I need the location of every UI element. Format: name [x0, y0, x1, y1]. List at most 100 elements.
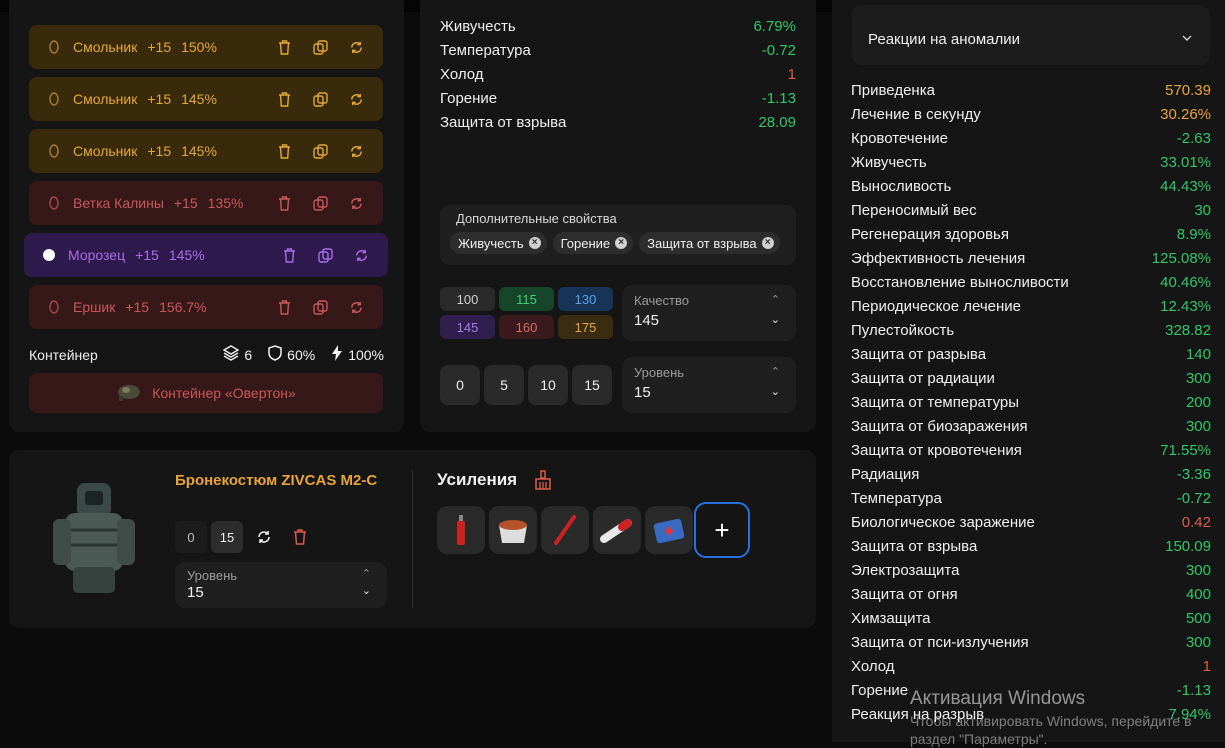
refresh-icon[interactable] [347, 142, 365, 160]
stat-name: Эффективность лечения [851, 250, 1026, 267]
container-button-label: Контейнер «Овертон» [152, 385, 296, 401]
artifact-percent: 150% [181, 39, 217, 55]
quality-option[interactable]: 100 [440, 287, 495, 311]
container-icon [116, 382, 142, 405]
artifact-row[interactable]: Ершик +15 156.7% [29, 285, 383, 329]
extra-chips: Живучесть × Горение × Защита от взрыва × [450, 232, 780, 254]
armor-level-max-button[interactable]: 15 [211, 521, 243, 553]
close-icon[interactable]: × [615, 237, 628, 249]
property-chip[interactable]: Живучесть × [450, 232, 547, 254]
boost-slot-medkit[interactable] [645, 506, 693, 554]
stat-row: Температура -0.72 [851, 487, 1211, 511]
armor-level-min-button[interactable]: 0 [175, 521, 207, 553]
stat-name: Горение [440, 90, 498, 107]
level-button[interactable]: 15 [572, 365, 612, 405]
quality-select[interactable]: Качество 145 ⌃ ⌄ [622, 285, 796, 341]
stat-value: 40.46% [1160, 274, 1211, 291]
level-button[interactable]: 0 [440, 365, 480, 405]
stat-value: 300 [1185, 370, 1211, 387]
close-icon[interactable]: × [761, 237, 774, 249]
container-select-button[interactable]: Контейнер «Овертон» [29, 373, 383, 413]
property-chip[interactable]: Защита от взрыва × [639, 232, 780, 254]
boost-slot-stick[interactable] [541, 506, 589, 554]
trash-icon[interactable] [275, 142, 293, 160]
trash-icon[interactable] [275, 38, 293, 56]
artifact-row[interactable]: Ветка Калины +15 135% [29, 181, 383, 225]
copy-icon[interactable] [311, 38, 329, 56]
artifact-name: Ветка Калины [73, 195, 164, 211]
level-select[interactable]: Уровень 15 ⌃ ⌄ [622, 357, 796, 413]
stat-name: Защита от взрыва [440, 114, 567, 131]
level-button[interactable]: 5 [484, 365, 524, 405]
artifact-row[interactable]: Морозец +15 145% [24, 233, 388, 277]
stat-name: Электрозащита [851, 562, 960, 579]
copy-icon[interactable] [311, 142, 329, 160]
trash-icon[interactable] [275, 194, 293, 212]
copy-icon[interactable] [311, 90, 329, 108]
trash-icon[interactable] [275, 298, 293, 316]
boost-slot-pot[interactable] [489, 506, 537, 554]
quality-option[interactable]: 160 [499, 315, 554, 339]
stat-name: Защита от радиации [851, 370, 995, 387]
close-icon[interactable]: × [528, 237, 541, 249]
artifact-icon [45, 90, 63, 108]
refresh-icon[interactable] [255, 528, 273, 546]
trash-icon[interactable] [291, 528, 309, 546]
trash-icon[interactable] [275, 90, 293, 108]
quality-option[interactable]: 145 [440, 315, 495, 339]
artifact-row[interactable]: Смольник +15 150% [29, 25, 383, 69]
mid-stats-list: Живучесть 6.79% Температура -0.72 Холод 1 Горе… [440, 15, 796, 135]
stat-value: -0.72 [1176, 490, 1211, 507]
stat-name: Приведенка [851, 82, 935, 99]
chevron-up-icon[interactable]: ⌃ [771, 365, 780, 378]
refresh-icon[interactable] [347, 38, 365, 56]
boost-slot-spray[interactable] [437, 506, 485, 554]
add-boost-button[interactable]: + [694, 502, 750, 558]
copy-icon[interactable] [311, 298, 329, 316]
property-chip[interactable]: Горение × [552, 232, 634, 254]
windows-activation-title: Активация Windows [910, 688, 1086, 709]
chevron-down-icon[interactable]: ⌄ [771, 313, 780, 326]
chevron-up-icon[interactable]: ⌃ [362, 567, 371, 580]
stat-name: Кровотечение [851, 130, 948, 147]
quality-option[interactable]: 175 [558, 315, 613, 339]
boost-slot-tube[interactable] [593, 506, 641, 554]
reactions-dropdown[interactable]: Реакции на аномалии [852, 5, 1210, 65]
artifact-icon [45, 142, 63, 160]
armor-image [47, 475, 142, 600]
chevron-down-icon[interactable]: ⌄ [771, 385, 780, 398]
broom-icon[interactable] [534, 470, 552, 493]
refresh-icon[interactable] [347, 298, 365, 316]
chevron-down-icon[interactable]: ⌄ [362, 584, 371, 597]
stat-name: Периодическое лечение [851, 298, 1021, 315]
stat-row: Химзащита 500 [851, 607, 1211, 631]
refresh-icon[interactable] [347, 90, 365, 108]
stat-value: 300 [1185, 634, 1211, 651]
trash-icon[interactable] [280, 246, 298, 264]
quality-option[interactable]: 115 [499, 287, 554, 311]
stat-name: Защита от разрыва [851, 346, 987, 363]
stat-row: Лечение в секунду 30.26% [851, 103, 1211, 127]
stat-row: Пулестойкость 328.82 [851, 319, 1211, 343]
armor-level-value: 15 [187, 584, 204, 601]
artifact-row[interactable]: Смольник +15 145% [29, 77, 383, 121]
stat-name: Выносливость [851, 178, 952, 195]
artifact-row[interactable]: Смольник +15 145% [29, 129, 383, 173]
stat-name: Живучесть [851, 154, 927, 171]
artifacts-panel: Смольник +15 150% Смольник +15 145% Смольник +1… [9, 0, 404, 432]
armor-level-select[interactable]: Уровень 15 ⌃ ⌄ [175, 562, 387, 608]
stat-value: 33.01% [1160, 154, 1211, 171]
copy-icon[interactable] [311, 194, 329, 212]
refresh-icon[interactable] [347, 194, 365, 212]
boosts-title: Усиления [437, 470, 518, 489]
artifact-name: Морозец [68, 247, 126, 263]
quality-option[interactable]: 130 [558, 287, 613, 311]
container-protection-value: 60% [287, 346, 316, 363]
copy-icon[interactable] [316, 246, 334, 264]
container-efficiency: 100% [331, 345, 384, 364]
refresh-icon[interactable] [352, 246, 370, 264]
container-efficiency-value: 100% [348, 346, 384, 363]
level-button[interactable]: 10 [528, 365, 568, 405]
chevron-up-icon[interactable]: ⌃ [771, 293, 780, 306]
stat-name: Защита от температуры [851, 394, 1020, 411]
